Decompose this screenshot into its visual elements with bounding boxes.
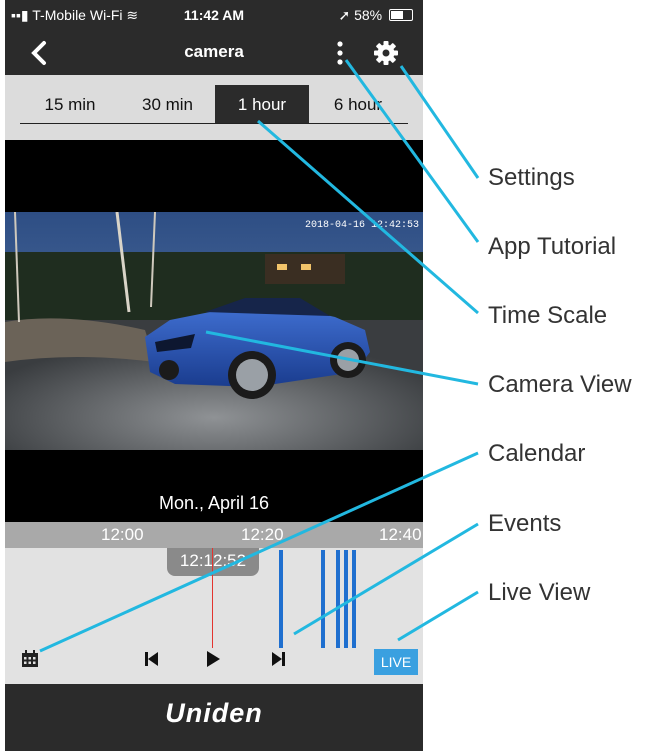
skip-next-icon[interactable] bbox=[270, 650, 288, 668]
video-timestamp: 2018-04-16 12:42:53 bbox=[304, 220, 419, 231]
timeline-label-12-20: 12:20 bbox=[241, 525, 284, 544]
brand-logo: Uniden bbox=[165, 698, 263, 728]
time-scale-underline bbox=[20, 123, 408, 124]
app-header: camera bbox=[5, 30, 423, 75]
annotation-events: Events bbox=[488, 510, 562, 537]
event-marker[interactable] bbox=[321, 550, 325, 648]
tab-1-hour[interactable]: 1 hour bbox=[215, 85, 309, 124]
annotation-calendar: Calendar bbox=[488, 440, 586, 467]
playhead[interactable] bbox=[212, 548, 213, 648]
time-scale-bar: 15 min 30 min 1 hour 6 hour bbox=[5, 75, 423, 140]
calendar-icon[interactable] bbox=[21, 650, 39, 668]
gear-icon[interactable] bbox=[369, 36, 403, 70]
play-icon[interactable] bbox=[204, 650, 222, 668]
phone-screen: ▪▪▮ T-Mobile Wi-Fi ≋ 11:42 AM ➚ 58% came… bbox=[5, 0, 423, 751]
camera-frame: 2018-04-16 12:42:53 bbox=[5, 212, 423, 450]
tab-15-min[interactable]: 15 min bbox=[20, 85, 120, 124]
skip-previous-icon[interactable] bbox=[142, 650, 160, 668]
page-title: camera bbox=[184, 42, 244, 61]
annotation-time-scale: Time Scale bbox=[488, 302, 608, 329]
event-marker[interactable] bbox=[336, 550, 340, 648]
more-vertical-icon[interactable] bbox=[331, 38, 349, 68]
timeline-label-12-40: 12:40 bbox=[379, 525, 422, 544]
battery-percent: 58% bbox=[354, 7, 383, 23]
timeline-label-12-00: 12:00 bbox=[101, 525, 144, 544]
tab-30-min[interactable]: 30 min bbox=[120, 85, 215, 124]
footer-bar: Uniden bbox=[5, 684, 423, 751]
live-button[interactable]: LIVE bbox=[374, 649, 418, 675]
event-marker[interactable] bbox=[352, 550, 356, 648]
status-bar: ▪▪▮ T-Mobile Wi-Fi ≋ 11:42 AM ➚ 58% bbox=[5, 0, 423, 30]
annotation-camera-view: Camera View bbox=[488, 371, 632, 398]
annotation-app-tutorial: App Tutorial bbox=[488, 233, 617, 260]
annotation-settings: Settings bbox=[488, 164, 575, 191]
camera-view[interactable]: 2018-04-16 12:42:53 Mon., April 16 bbox=[5, 140, 423, 522]
timeline-ruler: 12:00 12:20 12:40 bbox=[5, 522, 423, 548]
tab-6-hour[interactable]: 6 hour bbox=[309, 85, 407, 124]
battery-icon bbox=[389, 9, 413, 21]
location-icon: ➚ bbox=[338, 7, 351, 23]
battery-status: ➚ 58% bbox=[338, 7, 413, 24]
cursor-time: 12:12:52 bbox=[167, 548, 259, 576]
camera-image bbox=[5, 212, 423, 450]
event-marker[interactable] bbox=[344, 550, 348, 648]
timeline[interactable]: 12:00 12:20 12:40 12:12:52 LIVE bbox=[5, 522, 423, 684]
annotation-live-view: Live View bbox=[488, 579, 591, 606]
video-date: Mon., April 16 bbox=[158, 493, 270, 513]
event-marker[interactable] bbox=[279, 550, 283, 648]
